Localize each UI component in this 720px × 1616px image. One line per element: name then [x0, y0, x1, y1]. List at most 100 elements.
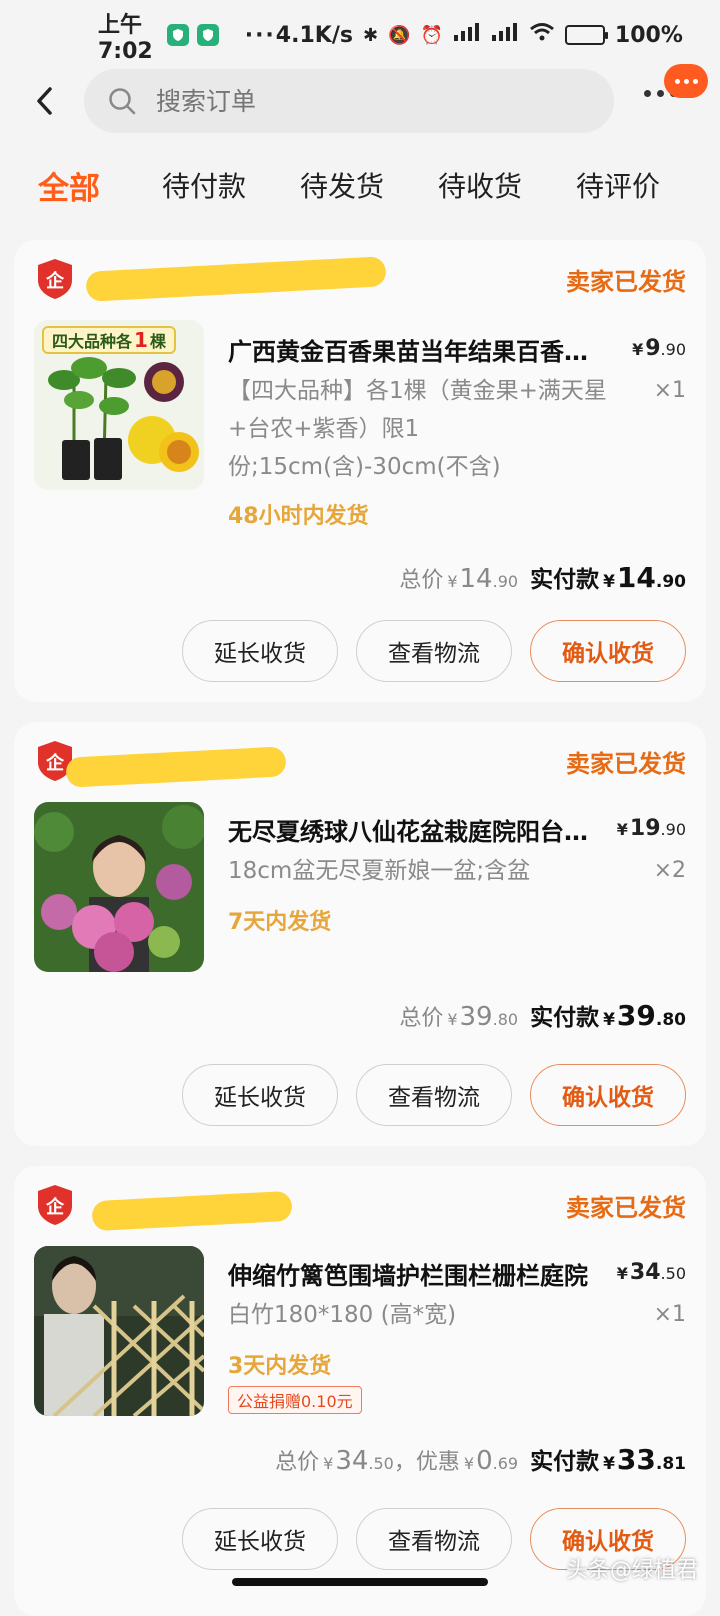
product-image-badge: 四大品种各 1 棵 — [42, 326, 176, 354]
status-bar: 上午7:02 ··· 4.1K/s ✱ 🔕 ⏰ 100% — [0, 0, 720, 70]
total-decimal: .50 — [368, 1454, 394, 1473]
currency-symbol: ¥ — [463, 1454, 475, 1473]
total-integer: 39 — [459, 1002, 493, 1032]
paid-decimal: .80 — [655, 1010, 686, 1030]
total-decimal: .80 — [492, 1010, 519, 1029]
order-status: 卖家已发货 — [566, 268, 686, 296]
battery-icon — [564, 25, 608, 45]
paid-label: 实付款 — [530, 567, 600, 593]
hydrangea-photo-image — [34, 802, 204, 972]
view-logistics-button[interactable]: 查看物流 — [356, 1064, 512, 1126]
more-button[interactable] — [644, 64, 708, 118]
alarm-icon: ⏰ — [420, 24, 443, 46]
order-status: 卖家已发货 — [566, 750, 686, 778]
price-integer: 9 — [645, 336, 661, 361]
header — [0, 64, 720, 136]
battery-percent: 100% — [614, 22, 683, 48]
svg-text:企: 企 — [45, 270, 65, 292]
order-status: 卖家已发货 — [566, 1194, 686, 1222]
bamboo-fence-photo-image — [34, 1246, 204, 1416]
wifi-icon — [529, 22, 555, 48]
product-spec: 【四大品种】各1棵（黄金果+满天星+台农+紫香）限1份;15cm(含)-30cm… — [228, 378, 607, 480]
paid-integer: 39 — [616, 999, 656, 1032]
extend-receipt-button[interactable]: 延长收货 — [182, 620, 338, 682]
charity-donation-badge: 公益捐赠0.10元 — [228, 1386, 362, 1414]
paid-decimal: .81 — [655, 1454, 686, 1474]
watermark: 头条@绿植君 — [565, 1558, 698, 1583]
tab-pending-payment[interactable]: 待付款 — [162, 165, 246, 205]
discount-label: ，优惠 — [393, 1450, 460, 1475]
currency-symbol: ¥ — [616, 820, 628, 839]
price-decimal: .50 — [660, 1264, 686, 1283]
enterprise-shop-icon: 企 — [38, 259, 72, 299]
signal-icon — [453, 22, 481, 48]
tab-all[interactable]: 全部 — [38, 163, 100, 208]
total-label: 总价 — [275, 1450, 320, 1475]
order-card: 企 卖家已发货 伸缩竹篱笆围墙护栏围栏栅栏庭院 ¥34.50 ×1 白竹180*… — [14, 1166, 706, 1616]
currency-symbol: ¥ — [603, 1010, 615, 1030]
paid-label: 实付款 — [530, 1005, 600, 1031]
product-price: ¥19.90 — [617, 816, 686, 841]
tab-pending-review[interactable]: 待评价 — [576, 165, 660, 205]
currency-symbol: ¥ — [603, 572, 615, 592]
shop-row[interactable]: 企 卖家已发货 — [36, 256, 686, 302]
shop-row[interactable]: 企 卖家已发货 — [36, 1184, 686, 1232]
product-price: ¥9.90 — [632, 336, 686, 361]
badge-text: 四大品种各 — [52, 332, 133, 351]
status-time: 上午7:02 — [98, 12, 153, 64]
search-icon — [108, 87, 136, 115]
shop-row[interactable]: 企 卖家已发货 — [36, 740, 686, 788]
enterprise-shop-icon: 企 — [38, 1185, 72, 1225]
shop-name-redacted — [91, 1190, 293, 1232]
mute-icon: 🔕 — [388, 24, 411, 46]
shop-name-redacted — [65, 746, 287, 788]
currency-symbol: ¥ — [632, 340, 644, 359]
shipping-promise: 3天内发货 — [228, 1354, 332, 1379]
view-logistics-button[interactable]: 查看物流 — [356, 1508, 512, 1570]
badge-number: 1 — [134, 328, 148, 352]
back-arrow-icon — [37, 87, 52, 115]
home-indicator[interactable] — [232, 1578, 488, 1586]
svg-text:企: 企 — [45, 1196, 65, 1218]
signal-icon — [491, 22, 519, 48]
tab-pending-shipment[interactable]: 待发货 — [300, 165, 384, 205]
extend-receipt-button[interactable]: 延长收货 — [182, 1064, 338, 1126]
paid-label: 实付款 — [530, 1449, 600, 1475]
paid-decimal: .90 — [655, 572, 686, 592]
search-input[interactable] — [154, 85, 534, 117]
back-button[interactable] — [10, 66, 80, 136]
shipping-promise: 7天内发货 — [228, 910, 332, 935]
product-quantity: ×1 — [653, 378, 686, 403]
product-title[interactable]: 无尽夏绣球八仙花盆栽庭院阳台花卉 — [228, 812, 596, 847]
bluetooth-icon: ✱ — [362, 24, 379, 46]
product-quantity: ×1 — [653, 1302, 686, 1327]
total-label: 总价 — [399, 568, 444, 593]
shop-name-redacted — [85, 256, 387, 302]
currency-symbol: ¥ — [447, 572, 458, 591]
order-actions: 延长收货 查看物流 确认收货 — [182, 1064, 686, 1126]
confirm-receipt-button[interactable]: 确认收货 — [530, 1064, 686, 1126]
search-box[interactable] — [84, 69, 614, 133]
tab-pending-receipt[interactable]: 待收货 — [438, 165, 522, 205]
currency-symbol: ¥ — [603, 1454, 615, 1474]
order-total-row: 总价 ¥ 39 .80 实付款 ¥ 39 .80 — [399, 998, 686, 1032]
product-image[interactable] — [34, 1246, 204, 1416]
product-image[interactable] — [34, 802, 204, 972]
product-title[interactable]: 广西黄金百香果苗当年结果百香果树苗盆栽 — [228, 332, 596, 367]
confirm-receipt-button[interactable]: 确认收货 — [530, 620, 686, 682]
order-actions: 延长收货 查看物流 确认收货 — [182, 620, 686, 682]
order-card: 企 卖家已发货 无尽夏绣球八仙花盆栽庭院阳台花卉 ¥19.90 ×2 18cm盆… — [14, 722, 706, 1146]
product-spec: 白竹180*180 (高*宽) — [228, 1302, 457, 1328]
extend-receipt-button[interactable]: 延长收货 — [182, 1508, 338, 1570]
product-image[interactable]: 四大品种各 1 棵 — [34, 320, 204, 490]
badge-unit: 棵 — [149, 332, 166, 351]
view-logistics-button[interactable]: 查看物流 — [356, 620, 512, 682]
shield-icon — [196, 24, 219, 46]
discount-integer: 0 — [476, 1446, 493, 1476]
paid-integer: 14 — [616, 561, 656, 594]
total-decimal: .90 — [492, 572, 519, 591]
product-title[interactable]: 伸缩竹篱笆围墙护栏围栏栅栏庭院 — [228, 1256, 596, 1291]
discount-decimal: .69 — [492, 1454, 519, 1473]
message-bubble-icon — [664, 64, 708, 98]
currency-symbol: ¥ — [323, 1454, 334, 1473]
